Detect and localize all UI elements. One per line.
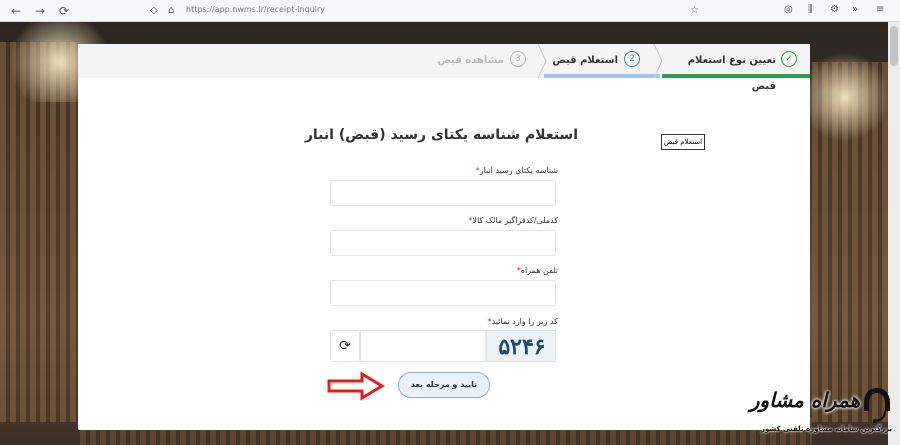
receipt-id-label: شناسه یکتای رسید انبار*: [475, 166, 558, 175]
step-done-bar: [662, 74, 810, 78]
scrollbar-thumb[interactable]: [890, 26, 898, 66]
headset-icon: [864, 388, 890, 423]
stepper: ✓ تعیین نوع استعلام قبض 2 استعلام قبض 3 …: [78, 44, 810, 92]
lock-icon[interactable]: ⌂: [168, 5, 174, 17]
pocket-icon[interactable]: ◎: [784, 3, 793, 17]
captcha-image: ۵۲۴۶: [486, 330, 556, 362]
browser-toolbar: ← → ⟳ ◇ ⌂ https://app.nwms.ir/receipt-in…: [0, 0, 900, 22]
captcha-text: ۵۲۴۶: [498, 334, 546, 360]
national-id-label: کدملی/کدفراگیر مالک کالا*: [468, 216, 558, 225]
captcha-label: کد زیر را وارد نمائید*: [487, 317, 558, 326]
step-divider-icon: [653, 44, 663, 78]
back-icon[interactable]: ←: [8, 3, 24, 19]
step-3-label: مشاهده قبض: [437, 55, 505, 66]
captcha-input[interactable]: [360, 330, 486, 362]
address-bar[interactable]: ◇ ⌂ https://app.nwms.ir/receipt-inquiry …: [140, 2, 710, 20]
url-text[interactable]: https://app.nwms.ir/receipt-inquiry: [186, 5, 325, 14]
mobile-label: تلفن همراه*: [516, 266, 558, 275]
bookmark-star-icon[interactable]: ☆: [690, 5, 699, 17]
overflow-icon[interactable]: »: [852, 3, 858, 17]
national-id-input[interactable]: [330, 230, 556, 256]
inquiry-card: ✓ تعیین نوع استعلام قبض 2 استعلام قبض 3 …: [78, 44, 810, 430]
hamrah-moshaver-logo: همراه مشاور بزرگترین سامانه مشاوره تلفنی…: [728, 383, 896, 443]
forward-icon[interactable]: →: [32, 3, 48, 19]
submit-next-button[interactable]: تایید و مرحله بعد: [398, 372, 490, 398]
shield-icon[interactable]: ◇: [150, 5, 158, 17]
page-scrollbar[interactable]: [888, 22, 900, 445]
receipt-inquiry-button[interactable]: استعلام قبض: [661, 134, 705, 150]
reload-icon[interactable]: ⟳: [56, 3, 72, 19]
library-icon[interactable]: ⫼: [808, 3, 813, 17]
red-arrow-icon: [327, 371, 385, 401]
mobile-input[interactable]: [330, 280, 556, 306]
step-1-check-icon: ✓: [781, 51, 797, 67]
step-1-label[interactable]: تعیین نوع استعلام قبض: [670, 48, 776, 92]
extensions-icon[interactable]: ⚙: [830, 3, 839, 17]
page-title: استعلام شناسه یکتای رسید (قبض) انبار: [304, 127, 578, 143]
step-divider-icon: [537, 44, 547, 78]
logo-subtitle: بزرگترین سامانه مشاوره تلفنی کشور: [761, 425, 892, 433]
menu-icon[interactable]: ≡: [876, 3, 884, 17]
step-active-bar: [544, 74, 660, 78]
receipt-id-input[interactable]: [330, 180, 556, 206]
step-3-number: 3: [510, 51, 526, 67]
step-2-number: 2: [624, 51, 640, 67]
captcha-refresh-icon[interactable]: ⟳: [330, 330, 360, 362]
logo-title: همراه مشاور: [749, 388, 860, 412]
step-2-label[interactable]: استعلام قبض: [548, 48, 618, 74]
